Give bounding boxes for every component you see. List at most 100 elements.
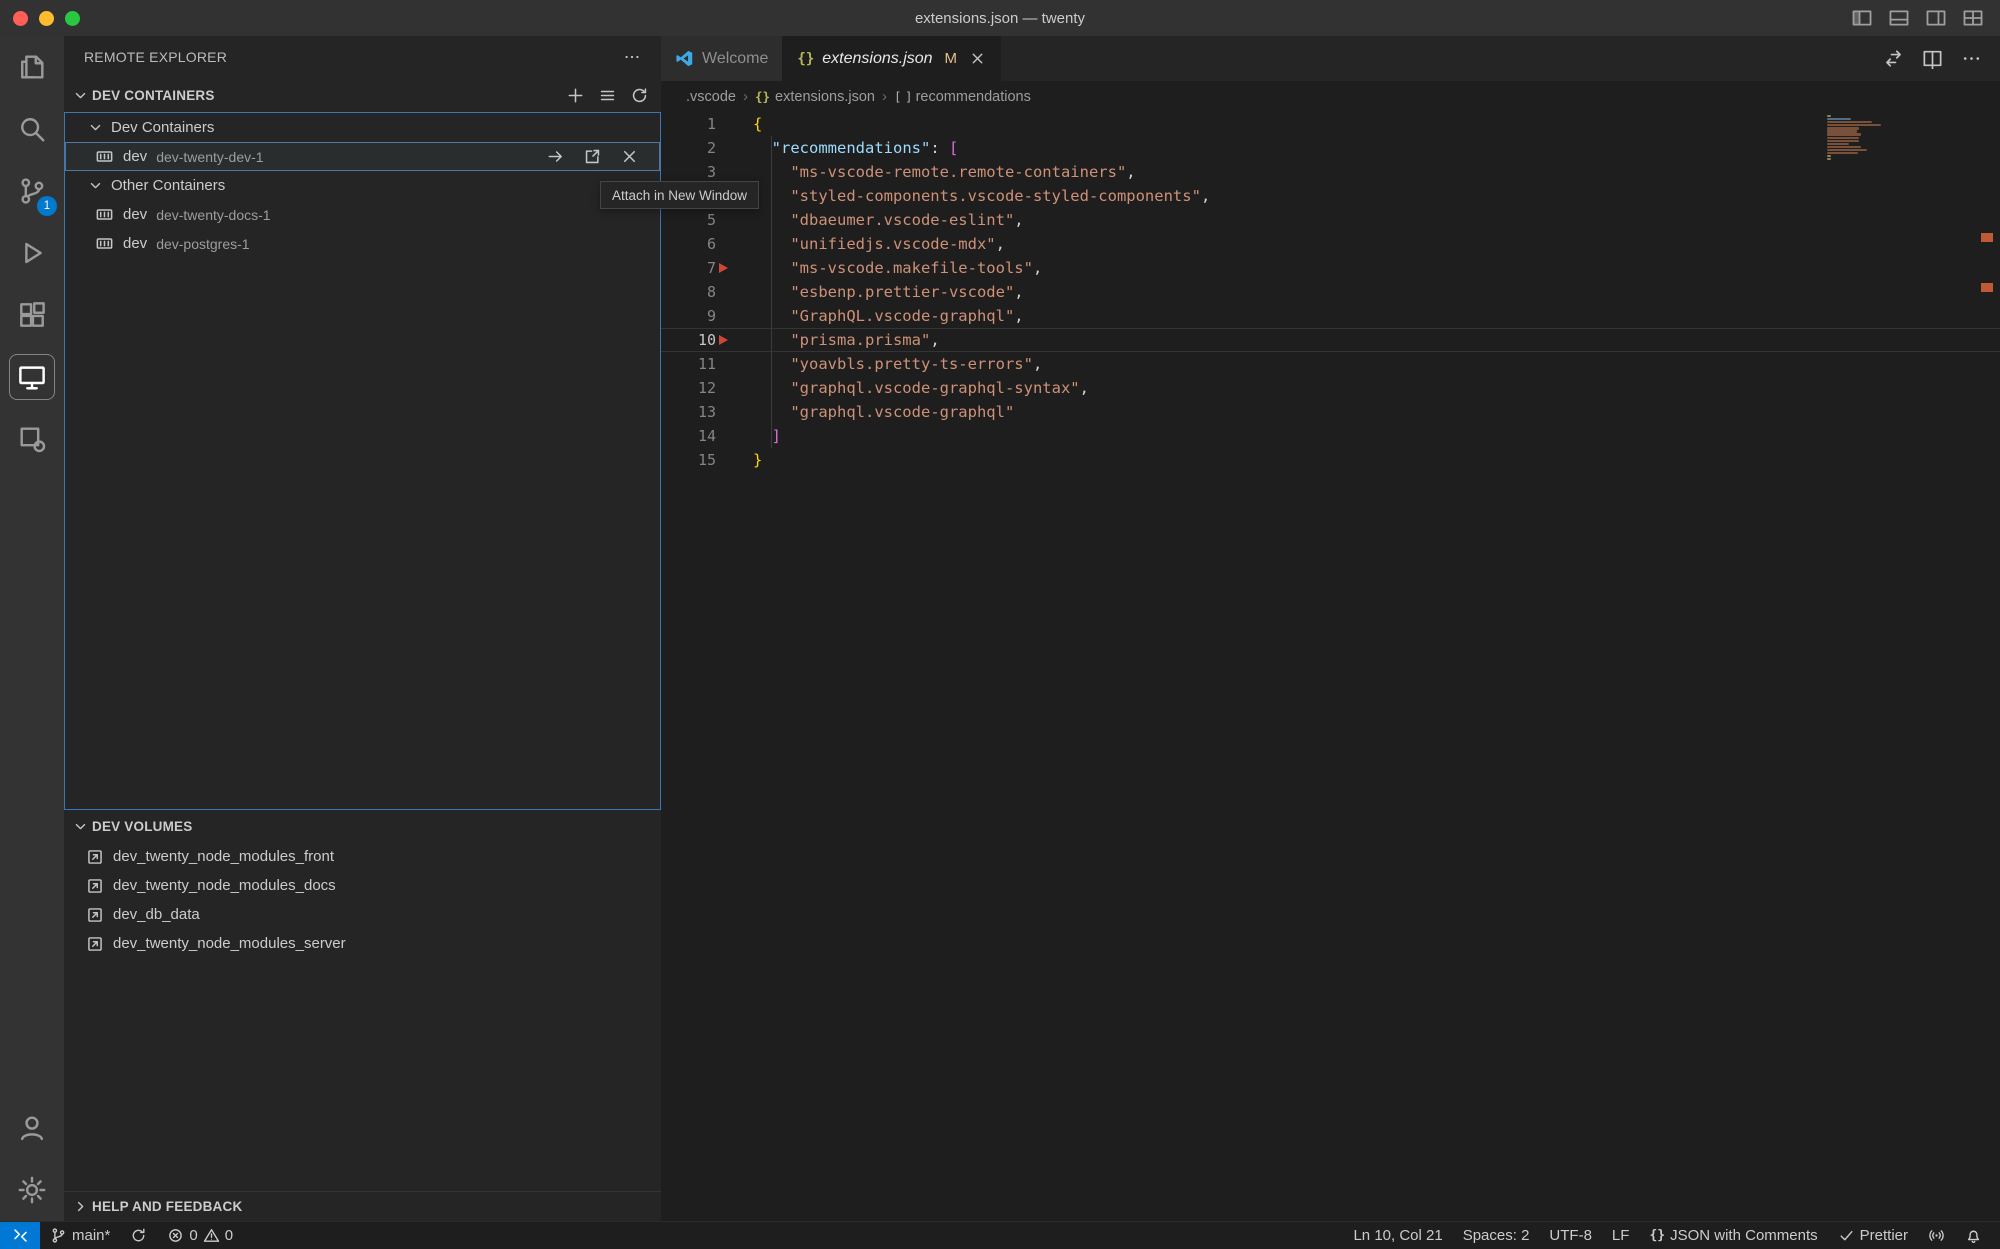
volume-item-dev-db-data[interactable]: dev_db_data — [64, 900, 661, 929]
breadcrumb-separator: › — [743, 88, 748, 105]
more-actions-icon[interactable] — [623, 48, 641, 66]
activity-search[interactable] — [0, 98, 64, 160]
minimize-window-button[interactable] — [39, 11, 54, 26]
scm-badge: 1 — [37, 196, 57, 216]
section-actions — [566, 86, 649, 105]
gutter-marker — [719, 335, 728, 345]
tab-extensions-json[interactable]: {}extensions.jsonM — [783, 36, 1001, 81]
line-number: 6 — [707, 232, 716, 256]
minimap-line — [1827, 137, 1859, 139]
code-line-3: 3 "ms-vscode-remote.remote-containers", — [661, 160, 2000, 184]
status-label: LF — [1612, 1227, 1630, 1244]
container-description: dev-twenty-docs-1 — [156, 207, 270, 223]
code-line-2: 2 "recommendations": [ — [661, 136, 2000, 160]
activity-bar: 1 — [0, 36, 64, 1221]
editor-group: Welcome{}extensions.jsonM .vscode › {}exte… — [661, 36, 2000, 1221]
activity-remote-explorer[interactable] — [0, 346, 64, 408]
container-item-dev-twenty-dev-1[interactable]: devdev-twenty-dev-1 — [65, 142, 660, 171]
status-encoding[interactable]: UTF-8 — [1539, 1222, 1602, 1249]
array-symbol-icon: [ ] — [894, 89, 911, 104]
tree-group-other-containers[interactable]: Other Containers — [65, 171, 660, 200]
close-action[interactable] — [620, 147, 648, 166]
line-content: "styled-components.vscode-styled-compone… — [753, 184, 1210, 208]
minimap[interactable] — [1827, 115, 1891, 161]
sidebar-title: REMOTE EXPLORER — [84, 49, 227, 65]
status-broadcast[interactable] — [1918, 1222, 1955, 1249]
section-help-and-feedback[interactable]: HELP AND FEEDBACK — [64, 1191, 661, 1221]
refresh-button[interactable] — [630, 86, 649, 105]
status-cursor-position[interactable]: Ln 10, Col 21 — [1343, 1222, 1452, 1249]
volume-item-dev-twenty-node-modules-server[interactable]: dev_twenty_node_modules_server — [64, 929, 661, 958]
remote-explorer-icon — [17, 362, 47, 392]
breadcrumb--vscode[interactable]: .vscode — [686, 89, 736, 105]
gutter-marker — [719, 263, 728, 273]
more-button[interactable] — [1961, 48, 1982, 69]
minimap-line — [1827, 149, 1867, 151]
chev-down-icon — [87, 119, 104, 136]
gutter: 9 — [661, 304, 753, 328]
close-window-button[interactable] — [13, 11, 28, 26]
status-sync[interactable] — [120, 1222, 157, 1249]
status-problems[interactable]: 00 — [157, 1222, 243, 1249]
container-icon — [95, 234, 114, 253]
plus-button[interactable] — [566, 86, 585, 105]
container-name: dev — [123, 235, 147, 252]
container-item-dev-postgres-1[interactable]: devdev-postgres-1 — [65, 229, 660, 258]
gear-icon — [17, 1175, 47, 1205]
dev-containers-tree: Dev Containersdevdev-twenty-dev-1Other C… — [64, 112, 661, 810]
layout-sidebar-left-button[interactable] — [1851, 7, 1873, 29]
json-symbol-icon: {} — [755, 89, 770, 104]
breadcrumb-extensions-json[interactable]: {}extensions.json — [755, 89, 875, 105]
arrow-right-action[interactable] — [546, 147, 574, 166]
status-eol[interactable]: LF — [1602, 1222, 1640, 1249]
section-dev-containers-header[interactable]: DEV CONTAINERS — [64, 78, 661, 112]
open-changes-button[interactable] — [1883, 48, 1904, 69]
sidebar-header: REMOTE EXPLORER — [64, 36, 661, 78]
code-line-1: 1{ — [661, 112, 2000, 136]
activity-explorer[interactable] — [0, 36, 64, 98]
remote-indicator[interactable] — [0, 1222, 40, 1249]
tab-welcome[interactable]: Welcome — [661, 36, 783, 81]
status-git-branch[interactable]: main* — [40, 1222, 120, 1249]
container-icon — [95, 205, 114, 224]
volume-item-dev-twenty-node-modules-front[interactable]: dev_twenty_node_modules_front — [64, 842, 661, 871]
list-filter-button[interactable] — [598, 86, 617, 105]
status-formatter[interactable]: Prettier — [1828, 1222, 1918, 1249]
activity-accounts[interactable] — [0, 1097, 64, 1159]
title-bar: extensions.json — twenty — [0, 0, 2000, 36]
status-bar: main* 00 Ln 10, Col 21Spaces: 2UTF-8 LF {}J… — [0, 1221, 2000, 1249]
tree-group-dev-containers[interactable]: Dev Containers — [65, 113, 660, 142]
activity-settings[interactable] — [0, 1159, 64, 1221]
chevron-down-icon — [72, 87, 89, 104]
activity-dev-containers[interactable] — [0, 408, 64, 470]
container-description: dev-twenty-dev-1 — [156, 149, 263, 165]
section-dev-volumes-header[interactable]: DEV VOLUMES — [64, 810, 661, 842]
new-window-action[interactable] — [583, 147, 611, 166]
code-editor[interactable]: 1{2 "recommendations": [3 "ms-vscode-rem… — [661, 112, 2000, 1221]
sync-icon — [130, 1227, 147, 1244]
layout-panel-button[interactable] — [1888, 7, 1910, 29]
minimap-line — [1827, 143, 1849, 145]
line-content: "dbaeumer.vscode-eslint", — [753, 208, 1024, 232]
activity-run-and-debug[interactable] — [0, 222, 64, 284]
activity-source-control[interactable]: 1 — [0, 160, 64, 222]
layout-sidebar-right-button[interactable] — [1925, 7, 1947, 29]
layout-grid-icon — [1962, 7, 1984, 29]
activity-extensions[interactable] — [0, 284, 64, 346]
container-item-dev-twenty-docs-1[interactable]: devdev-twenty-docs-1 — [65, 200, 660, 229]
breadcrumb-recommendations[interactable]: [ ]recommendations — [894, 89, 1031, 105]
status-indentation[interactable]: Spaces: 2 — [1453, 1222, 1540, 1249]
gutter: 6 — [661, 232, 753, 256]
minimap-line — [1827, 130, 1857, 132]
close-tab-icon[interactable] — [969, 50, 986, 67]
maximize-window-button[interactable] — [65, 11, 80, 26]
status-language-mode[interactable]: {}JSON with Comments — [1639, 1222, 1827, 1249]
status-notifications[interactable] — [1955, 1222, 1992, 1249]
split-editor-button[interactable] — [1922, 48, 1943, 69]
json-file-icon: {} — [797, 51, 814, 67]
minimap-line — [1827, 118, 1851, 120]
sidebar: REMOTE EXPLORER DEV CONTAINERS Dev Conta… — [64, 36, 661, 1221]
volume-item-dev-twenty-node-modules-docs[interactable]: dev_twenty_node_modules_docs — [64, 871, 661, 900]
workbench: 1 REMOTE EXPLORER DEV CONTAINERS Dev Con… — [0, 36, 2000, 1221]
layout-grid-button[interactable] — [1962, 7, 1984, 29]
